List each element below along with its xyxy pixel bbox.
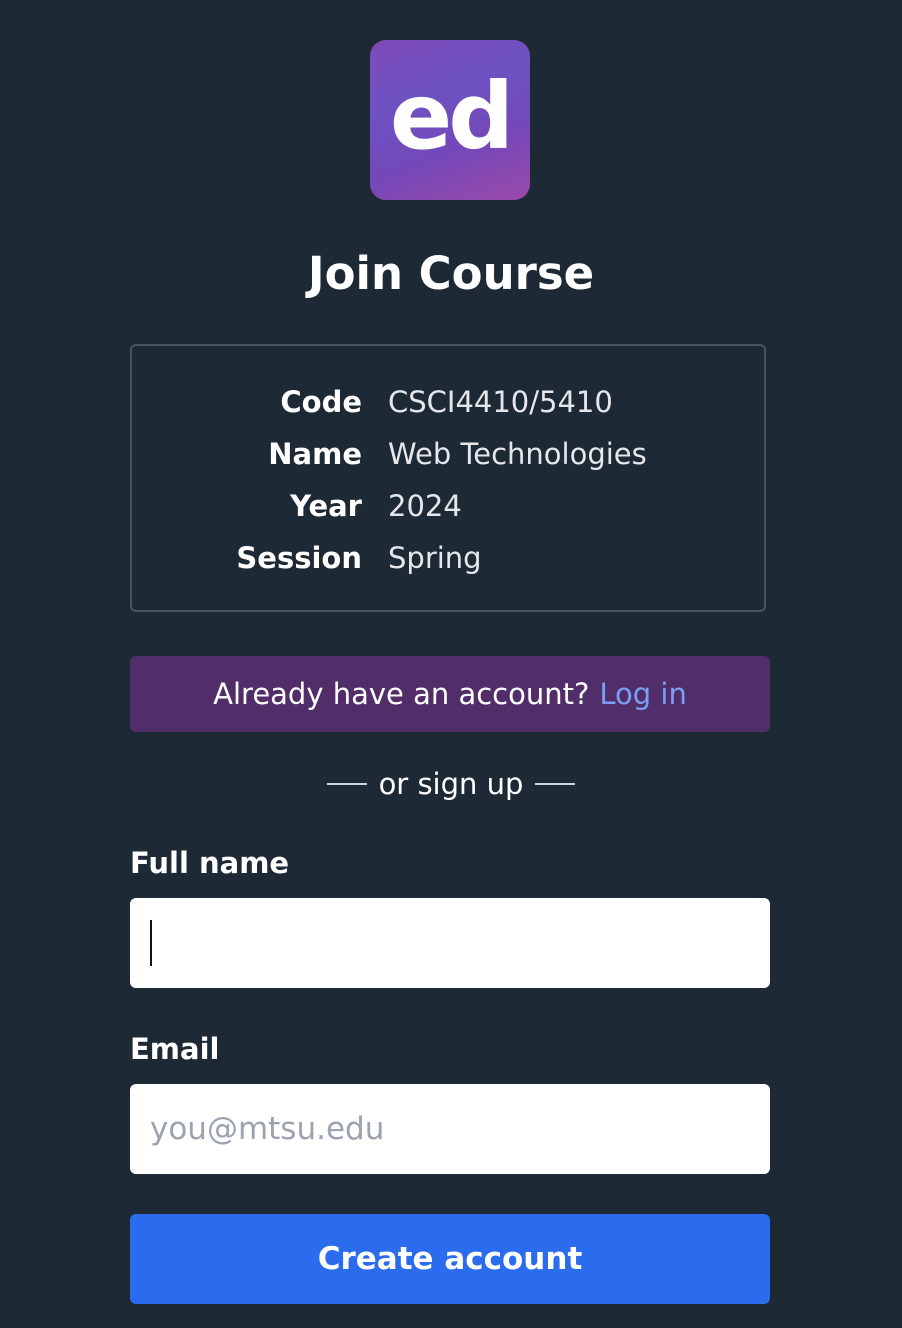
full-name-label: Full name <box>130 846 290 880</box>
course-session-row: Session Spring <box>132 532 764 584</box>
course-code-row: Code CSCI4410/5410 <box>132 376 764 428</box>
course-code-label: Code <box>280 385 362 419</box>
course-name-row: Name Web Technologies <box>132 428 764 480</box>
divider-rule-right <box>535 783 576 785</box>
page-title: Join Course <box>307 247 595 300</box>
course-code-value: CSCI4410/5410 <box>388 385 613 419</box>
course-year-value: 2024 <box>388 489 462 523</box>
or-sign-up-divider: or sign up <box>0 762 902 806</box>
course-name-value: Web Technologies <box>388 437 647 471</box>
login-link[interactable]: Log in <box>599 677 686 711</box>
course-year-row: Year 2024 <box>132 480 764 532</box>
course-year-label: Year <box>290 489 362 523</box>
course-session-value: Spring <box>388 541 482 575</box>
divider-rule-left <box>326 783 367 785</box>
course-session-label: Session <box>236 541 362 575</box>
create-account-button[interactable]: Create account <box>130 1214 770 1304</box>
text-cursor <box>150 920 152 966</box>
ed-logo: ed <box>370 40 530 200</box>
course-name-label: Name <box>268 437 362 471</box>
email-input[interactable] <box>130 1084 770 1174</box>
email-label: Email <box>130 1032 220 1066</box>
course-info-box: Code CSCI4410/5410 Name Web Technologies… <box>130 344 766 612</box>
full-name-input[interactable] <box>130 898 770 988</box>
divider-text: or sign up <box>378 767 524 801</box>
logo-text: ed <box>389 63 514 170</box>
login-banner: Already have an account? Log in <box>130 656 770 732</box>
login-prompt: Already have an account? <box>213 677 590 711</box>
